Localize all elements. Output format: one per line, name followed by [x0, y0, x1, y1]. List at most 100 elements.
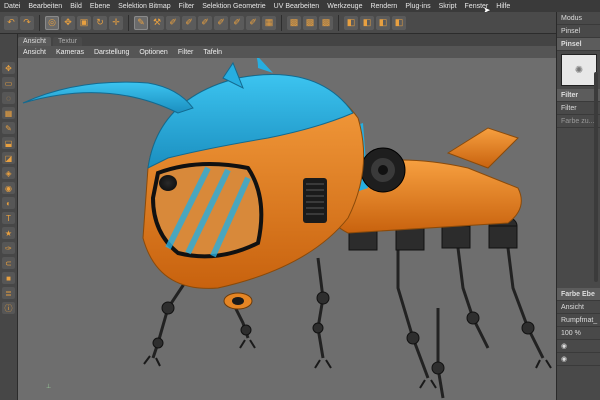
left-tool-palette: ✥ ▭ ◌ ▦ ✎ ⬓ ◪ ◈ ◉ ◐ T ★ ✑ ⊂ ■ ≣ ⓘ — [0, 34, 18, 400]
menu-datei[interactable]: Datei — [0, 3, 24, 10]
grid-tool-icon[interactable]: ▦ — [2, 107, 15, 119]
cube-2-icon[interactable]: ◧ — [360, 15, 374, 30]
leg-joints — [152, 291, 535, 375]
eye-icon-2[interactable]: ◉ — [561, 355, 567, 363]
opacity-field[interactable]: 100 % — [557, 327, 600, 340]
layers-icon[interactable]: ≣ — [2, 287, 15, 299]
toolbar-separator — [338, 14, 339, 31]
cube-4-icon[interactable]: ◧ — [392, 15, 406, 30]
info-icon[interactable]: ⓘ — [2, 302, 15, 314]
cube-icon[interactable]: ◧ — [344, 15, 358, 30]
3d-viewport[interactable]: ⊥ — [18, 58, 556, 400]
brush-tool-5-icon[interactable]: ✐ — [230, 15, 244, 30]
brush-tool-2-icon[interactable]: ✐ — [182, 15, 196, 30]
right-panel: Modus Pinsel Pinsel ✺ Filter Filter Farb… — [556, 12, 600, 400]
tab-ebene[interactable]: Ebe — [582, 291, 595, 298]
magnet-icon[interactable]: ⊂ — [2, 257, 15, 269]
pinsel-tool-row[interactable]: Pinsel — [557, 25, 600, 38]
tab-ansicht[interactable]: Ansicht — [18, 37, 51, 46]
eraser-icon[interactable]: ◪ — [2, 152, 15, 164]
cube-3-icon[interactable]: ◧ — [376, 15, 390, 30]
brush-tool-4-icon[interactable]: ✐ — [214, 15, 228, 30]
pinsel-header-label: Pinsel — [561, 40, 582, 48]
transform-icon[interactable]: ✛ — [109, 15, 123, 30]
layer-thumb-row[interactable]: ◉ — [557, 340, 600, 353]
view-tabs: Ansicht Textur — [18, 34, 558, 46]
scale-icon[interactable]: ▣ — [77, 15, 91, 30]
menu-selektion-bitmap[interactable]: Selektion Bitmap — [114, 3, 175, 10]
tab-farbe[interactable]: Farbe — [561, 291, 580, 298]
layer-ansicht[interactable]: Ansicht — [557, 301, 600, 314]
move-icon[interactable]: ✥ — [61, 15, 75, 30]
view-menu-darstellung[interactable]: Darstellung — [89, 49, 134, 56]
checker-2-icon[interactable]: ▩ — [303, 15, 317, 30]
redo-icon[interactable]: ↷ — [20, 15, 34, 30]
pinsel-tool-label: Pinsel — [561, 27, 581, 35]
layer-name-label: Rumpfmat_ — [561, 316, 598, 324]
live-select-icon[interactable]: ◎ — [45, 15, 59, 30]
view-menu-filter[interactable]: Filter — [173, 49, 199, 56]
stamp-icon[interactable]: ⬓ — [2, 137, 15, 149]
layer-ansicht-label: Ansicht — [561, 303, 584, 311]
menu-bild[interactable]: Bild — [66, 3, 86, 10]
smudge-icon[interactable]: ◉ — [2, 182, 15, 194]
robot-eye — [159, 175, 177, 191]
view-menu-tafeln[interactable]: Tafeln — [198, 49, 227, 56]
opacity-value: 100 % — [561, 329, 581, 337]
view-menu-ansicht[interactable]: Ansicht — [18, 49, 51, 56]
layer-thumb-row-2[interactable]: ◉ — [557, 353, 600, 366]
menu-werkzeuge[interactable]: Werkzeuge — [323, 3, 366, 10]
menu-uv-bearbeiten[interactable]: UV Bearbeiten — [270, 3, 324, 10]
toolbar-separator — [128, 14, 129, 31]
render-view-icon[interactable]: ▦ — [262, 15, 276, 30]
filter-header-label: Filter — [561, 91, 579, 99]
menu-ebene[interactable]: Ebene — [86, 3, 114, 10]
brush-tool-6-icon[interactable]: ✐ — [246, 15, 260, 30]
toolbar-separator — [39, 14, 40, 31]
paint-brush-icon[interactable]: ✐ — [166, 15, 180, 30]
view-menu-optionen[interactable]: Optionen — [134, 49, 172, 56]
brush-settings-icon[interactable]: ⚒ — [150, 15, 164, 30]
brush-tool-3-icon[interactable]: ✐ — [198, 15, 212, 30]
menu-rendern[interactable]: Rendern — [366, 3, 401, 10]
dodge-icon[interactable]: ◐ — [2, 197, 15, 209]
star-icon[interactable]: ★ — [2, 227, 15, 239]
menu-skript[interactable]: Skript — [435, 3, 461, 10]
color-swatch-icon[interactable]: ■ — [2, 272, 15, 284]
robot-insect-model — [22, 58, 552, 399]
brush-preview[interactable]: ✺ — [561, 54, 597, 86]
menu-bearbeiten[interactable]: Bearbeiten — [24, 3, 66, 10]
modus-row[interactable]: Modus — [557, 12, 600, 25]
menu-selektion-geometrie[interactable]: Selektion Geometrie — [198, 3, 269, 10]
fill-icon[interactable]: ◈ — [2, 167, 15, 179]
brush-tool-icon[interactable]: ✎ — [2, 122, 15, 134]
checker-icon[interactable]: ▩ — [287, 15, 301, 30]
main-toolbar: ↶ ↷ ◎ ✥ ▣ ↻ ✛ ✎ ⚒ ✐ ✐ ✐ ✐ ✐ ✐ ▦ ▩ ▩ ▩ ◧ … — [0, 12, 556, 34]
eyedropper-icon[interactable]: ✑ — [2, 242, 15, 254]
layer-name[interactable]: Rumpfmat_ — [557, 314, 600, 327]
checker-3-icon[interactable]: ▩ — [319, 15, 333, 30]
farbe-item-label: Farbe zu... — [561, 117, 595, 125]
panel-scrollbar[interactable] — [594, 72, 598, 282]
robot-claws — [143, 339, 552, 389]
brush-icon[interactable]: ✎ — [134, 15, 148, 30]
menu-plugins[interactable]: Plug-ins — [401, 3, 434, 10]
robot-antenna — [22, 81, 194, 114]
text-tool-icon[interactable]: T — [2, 212, 15, 224]
axis-gizmo-icon: ⊥ — [46, 384, 52, 390]
tab-textur[interactable]: Textur — [52, 37, 83, 46]
rotate-icon[interactable]: ↻ — [93, 15, 107, 30]
modus-label: Modus — [561, 14, 583, 22]
rect-select-icon[interactable]: ▭ — [2, 77, 15, 89]
move-tool-icon[interactable]: ✥ — [2, 62, 15, 74]
undo-icon[interactable]: ↶ — [4, 15, 18, 30]
menu-filter[interactable]: Filter — [175, 3, 199, 10]
eye-icon[interactable]: ◉ — [561, 342, 567, 350]
filter-item-label: Filter — [561, 104, 577, 112]
lasso-icon[interactable]: ◌ — [2, 92, 15, 104]
robot-tail-fin — [446, 127, 519, 169]
view-menu-kameras[interactable]: Kameras — [51, 49, 89, 56]
color-layer-tabs: Farbe Ebe — [557, 288, 600, 301]
menu-hilfe[interactable]: Hilfe — [492, 3, 514, 10]
toolbar-separator — [281, 14, 282, 31]
